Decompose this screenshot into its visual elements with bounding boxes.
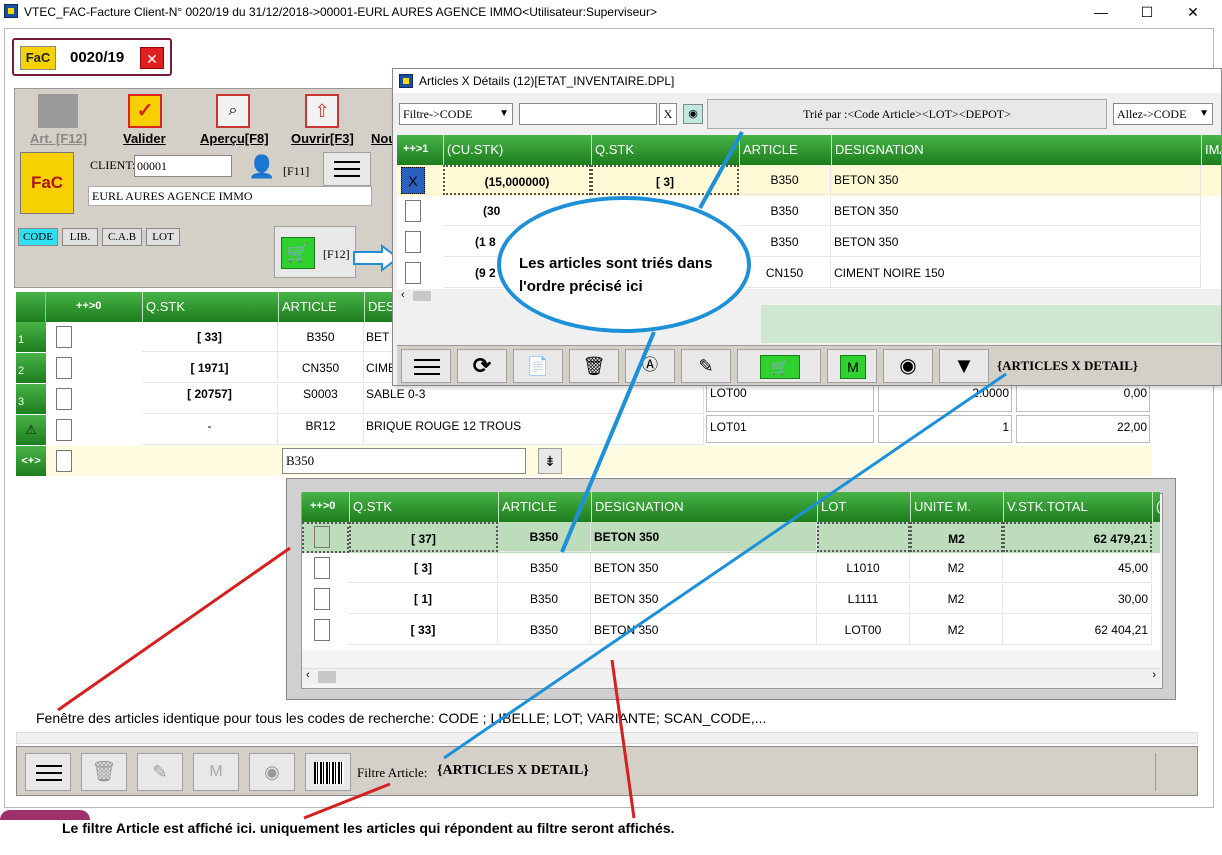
callout-text: Les articles sont triés dans l'ordre pré… — [519, 255, 713, 295]
red-arrow-grid — [610, 659, 636, 819]
red-arrow-window — [57, 546, 291, 712]
callout-arrow-sort — [698, 131, 744, 209]
red-arrow-filter — [303, 782, 391, 820]
taskbar-fragment — [0, 810, 90, 820]
callout-bubble: Les articles sont triés dans l'ordre pré… — [497, 196, 751, 333]
annotation-arrows — [57, 131, 1007, 820]
footer-note: Le filtre Article est affiché ici. uniqu… — [62, 820, 675, 836]
filter-link-line — [443, 372, 1007, 760]
callout-arrow-grid — [560, 331, 656, 553]
